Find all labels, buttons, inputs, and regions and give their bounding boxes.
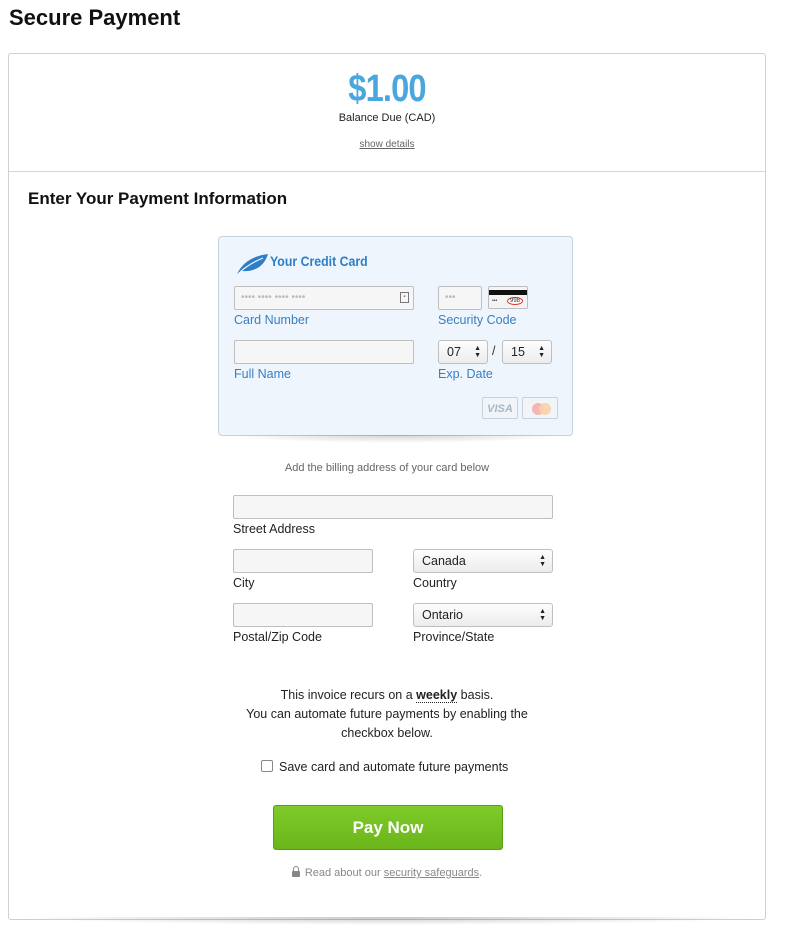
select-arrows-icon: ▲ ▼ — [538, 345, 545, 359]
payment-panel: $1.00 Balance Due (CAD) show details Ent… — [8, 53, 766, 920]
country-label: Country — [413, 576, 457, 590]
security-code-label: Security Code — [438, 313, 517, 327]
card-number-label: Card Number — [234, 313, 310, 327]
panel-shadow — [14, 917, 760, 925]
billing-note: Add the billing address of your card bel… — [284, 462, 490, 474]
security-safeguards-link[interactable]: security safeguards — [384, 867, 479, 879]
automate-payments-checkbox[interactable] — [261, 760, 273, 772]
security-suffix: . — [479, 867, 483, 879]
full-name-input[interactable] — [234, 340, 414, 364]
street-address-input[interactable] — [233, 495, 553, 519]
recur-line2: You can automate future payments by enab… — [246, 707, 528, 721]
postal-code-input[interactable] — [233, 603, 373, 627]
city-input[interactable] — [233, 549, 373, 573]
automate-payments-row[interactable]: Save card and automate future payments — [261, 760, 508, 774]
mastercard-logo — [522, 397, 558, 419]
card-number-input[interactable]: •••• •••• •••• •••• ▪ — [234, 286, 414, 310]
cvv-hint-icon: ••• 998 — [488, 286, 528, 309]
visa-logo: VISA — [482, 397, 518, 419]
exp-year-select[interactable]: 15 ▲ ▼ — [502, 340, 552, 364]
leaf-icon — [237, 254, 268, 275]
section-title: Enter Your Payment Information — [28, 189, 288, 208]
select-arrows-icon: ▲ ▼ — [474, 345, 481, 359]
select-arrows-icon: ▲ ▼ — [539, 554, 546, 568]
pay-now-button[interactable]: Pay Now — [273, 805, 503, 850]
card-heading: Your Credit Card — [270, 253, 368, 269]
recur-suffix: basis. — [460, 688, 494, 702]
exp-date-label: Exp. Date — [438, 367, 493, 381]
province-value: Ontario — [422, 608, 463, 622]
province-select[interactable]: Ontario ▲ ▼ — [413, 603, 553, 627]
exp-separator: / — [492, 344, 496, 358]
page-title: Secure Payment — [9, 5, 181, 30]
recur-frequency: weekly — [416, 688, 458, 703]
country-select[interactable]: Canada ▲ ▼ — [413, 549, 553, 573]
recurring-notice: This invoice recurs on a weekly basis. Y… — [9, 686, 765, 743]
exp-month-select[interactable]: 07 ▲ ▼ — [438, 340, 488, 364]
cvv-sample: 998 — [506, 297, 523, 305]
lock-icon — [291, 866, 300, 877]
province-label: Province/State — [413, 630, 495, 644]
automate-payments-label[interactable]: Save card and automate future payments — [279, 760, 508, 774]
street-address-label: Street Address — [233, 522, 315, 536]
show-details-link[interactable]: show details — [9, 139, 765, 150]
city-label: City — [233, 576, 255, 590]
recur-prefix: This invoice recurs on a — [280, 688, 413, 702]
exp-year-value: 15 — [511, 345, 525, 359]
divider — [9, 171, 765, 172]
select-arrows-icon: ▲ ▼ — [539, 608, 546, 622]
full-name-label: Full Name — [234, 367, 291, 381]
security-prefix: Read about our — [304, 867, 381, 879]
card-number-placeholder: •••• •••• •••• •••• — [241, 292, 306, 303]
credit-card-panel: Your Credit Card •••• •••• •••• •••• ▪ C… — [218, 236, 573, 436]
card-shadow — [225, 435, 567, 443]
security-note: Read about our security safeguards. — [9, 866, 765, 879]
contact-card-icon: ▪ — [400, 292, 409, 303]
security-code-input[interactable]: ••• — [438, 286, 482, 310]
recur-line3: checkbox below. — [341, 726, 433, 740]
balance-label: Balance Due (CAD) — [338, 112, 436, 124]
postal-code-label: Postal/Zip Code — [233, 630, 322, 644]
exp-month-value: 07 — [447, 345, 461, 359]
security-code-placeholder: ••• — [445, 292, 456, 303]
country-value: Canada — [422, 554, 466, 568]
balance-amount: $1.00 — [348, 68, 426, 110]
